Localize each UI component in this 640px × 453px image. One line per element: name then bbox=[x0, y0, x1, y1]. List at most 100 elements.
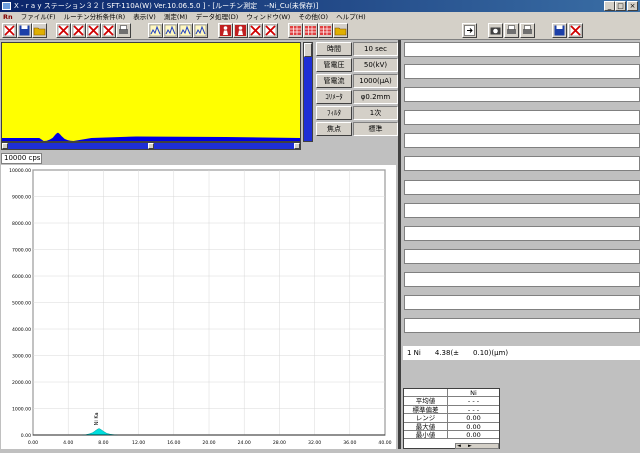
toolbar-button-camera[interactable] bbox=[488, 23, 503, 38]
toolbar-button-close-x[interactable] bbox=[568, 23, 583, 38]
maximize-button[interactable]: □ bbox=[615, 1, 626, 11]
toolbar-button-delete-x[interactable] bbox=[56, 23, 71, 38]
stats-header-blank bbox=[404, 389, 448, 397]
result-field-5[interactable] bbox=[404, 133, 640, 148]
result-field-1[interactable] bbox=[404, 42, 640, 57]
toolbar-button-save[interactable] bbox=[17, 23, 32, 38]
toolbar-button-sample[interactable] bbox=[218, 23, 233, 38]
delete-x-icon bbox=[87, 24, 100, 37]
toolbar-button-delete-x[interactable] bbox=[86, 23, 101, 38]
menu-file[interactable]: ファイル(F) bbox=[18, 12, 59, 22]
scroll-right-arrow[interactable]: ► bbox=[468, 444, 472, 449]
toolbar-button-calibration[interactable] bbox=[193, 23, 208, 38]
routine-badge: Rn bbox=[3, 13, 13, 21]
cps-scale[interactable]: 10000 cps bbox=[1, 153, 42, 164]
y-tick-label: 10000.00 bbox=[9, 168, 31, 174]
save-icon bbox=[19, 25, 30, 36]
stats-value: 0.00 bbox=[466, 422, 481, 431]
table-row: レンジ 0.00 bbox=[404, 414, 499, 423]
result-field-10[interactable] bbox=[404, 249, 640, 264]
result-field-7[interactable] bbox=[404, 180, 640, 195]
vertical-scale-thumb[interactable] bbox=[304, 43, 312, 57]
result-field-9[interactable] bbox=[404, 226, 640, 241]
y-tick-label: 8000.00 bbox=[12, 221, 31, 227]
toolbar-button-operator[interactable] bbox=[233, 23, 248, 38]
x-tick-label: 8.00 bbox=[98, 440, 108, 446]
menu-help[interactable]: ヘルプ(H) bbox=[333, 12, 368, 22]
open-icon bbox=[33, 27, 46, 36]
toolbar-button-print[interactable] bbox=[116, 23, 131, 38]
range-mid-handle[interactable] bbox=[148, 143, 154, 149]
stats-table: Ni 平均値 - - - 標準偏差 - - - レンジ 0.00 最大値 0.0… bbox=[403, 388, 500, 449]
spectrum-overview-plot bbox=[2, 132, 300, 141]
table-row: 標準偏差 - - - bbox=[404, 405, 499, 415]
close-x-icon bbox=[569, 24, 582, 37]
toolbar-button-spectrum[interactable] bbox=[163, 23, 178, 38]
toolbar-button-overlay[interactable] bbox=[178, 23, 193, 38]
pane-divider[interactable] bbox=[398, 40, 401, 449]
menu-measure[interactable]: 測定(M) bbox=[161, 12, 191, 22]
table-row: 最小値 0.00 bbox=[404, 431, 499, 440]
calibration-icon bbox=[194, 24, 207, 37]
param-row-focus: 焦点 標準 bbox=[316, 122, 398, 136]
stats-header-element: Ni bbox=[470, 389, 477, 397]
print-icon bbox=[119, 25, 128, 34]
x-tick-label: 36.00 bbox=[343, 440, 356, 446]
element-edit-icon bbox=[305, 26, 316, 35]
stats-horizontal-scroll[interactable]: ◄ ► bbox=[455, 443, 499, 449]
menu-other[interactable]: その他(O) bbox=[295, 12, 331, 22]
result-field-2[interactable] bbox=[404, 64, 640, 79]
stats-value: - - - bbox=[467, 397, 480, 406]
close-button[interactable]: × bbox=[627, 1, 638, 11]
range-start-handle[interactable] bbox=[2, 143, 8, 149]
result-field-8[interactable] bbox=[404, 203, 640, 218]
spectrum-vertical-scale[interactable] bbox=[303, 42, 313, 142]
toolbar-button-peak-search[interactable] bbox=[148, 23, 163, 38]
toolbar-button-delete-x[interactable] bbox=[248, 23, 263, 38]
param-value: 標準 bbox=[353, 122, 398, 136]
param-label: 管電圧 bbox=[316, 58, 352, 72]
result-field-11[interactable] bbox=[404, 272, 640, 287]
result-field-3[interactable] bbox=[404, 87, 640, 102]
toolbar-button-delete-x[interactable] bbox=[101, 23, 116, 38]
menu-view[interactable]: 表示(V) bbox=[130, 12, 159, 22]
toolbar-button-delete-x[interactable] bbox=[71, 23, 86, 38]
x-tick-label: 12.00 bbox=[132, 440, 145, 446]
toolbar-button-export[interactable] bbox=[462, 23, 477, 38]
menu-data-processing[interactable]: データ処理(D) bbox=[193, 12, 242, 22]
y-tick-label: 1000.00 bbox=[12, 407, 31, 413]
result-field-13[interactable] bbox=[404, 318, 640, 333]
toolbar-button-save-disk[interactable] bbox=[552, 23, 567, 38]
toolbar-button-folder[interactable] bbox=[333, 23, 348, 38]
toolbar-button-element-table[interactable] bbox=[288, 23, 303, 38]
param-value: 1000(μA) bbox=[353, 74, 398, 88]
x-tick-label: 4.00 bbox=[63, 440, 73, 446]
menu-routine-conditions[interactable]: ルーチン分析条件(R) bbox=[61, 12, 129, 22]
minimize-button[interactable]: _ bbox=[604, 1, 615, 11]
delete-x-icon bbox=[57, 24, 70, 37]
range-end-handle[interactable] bbox=[294, 143, 300, 149]
param-row-current: 管電流 1000(μA) bbox=[316, 74, 398, 88]
toolbar-button-element-add[interactable] bbox=[318, 23, 333, 38]
toolbar-button-printer[interactable] bbox=[504, 23, 519, 38]
scroll-left-arrow[interactable]: ◄ bbox=[457, 444, 461, 449]
toolbar-button-open[interactable] bbox=[32, 23, 47, 38]
toolbar-button-element-edit[interactable] bbox=[303, 23, 318, 38]
x-tick-label: 20.00 bbox=[202, 440, 215, 446]
spectrum-range-bar[interactable] bbox=[1, 142, 301, 150]
x-tick-label: 32.00 bbox=[308, 440, 321, 446]
toolbar-button-delete-x[interactable] bbox=[263, 23, 278, 38]
delete-x-icon bbox=[249, 24, 262, 37]
result-field-4[interactable] bbox=[404, 110, 640, 125]
result-field-6[interactable] bbox=[404, 156, 640, 171]
menu-window[interactable]: ウィンドウ(W) bbox=[243, 12, 293, 22]
sample-icon bbox=[220, 25, 231, 36]
param-row-collimator: ｺﾘﾒｰﾀ φ0.2mm bbox=[316, 90, 398, 104]
result-field-12[interactable] bbox=[404, 295, 640, 310]
toolbar-button-printer[interactable] bbox=[520, 23, 535, 38]
folder-icon bbox=[334, 27, 347, 36]
spectrum-chart-plot: 0.00 1000.00 2000.00 3000.00 4000.00 5000.00 6… bbox=[9, 168, 392, 446]
toolbar-button-new-routine[interactable] bbox=[2, 23, 17, 38]
spectrum-overview[interactable] bbox=[1, 42, 301, 142]
spectrum-chart: 0.00 1000.00 2000.00 3000.00 4000.00 5000.00 6… bbox=[1, 165, 396, 449]
